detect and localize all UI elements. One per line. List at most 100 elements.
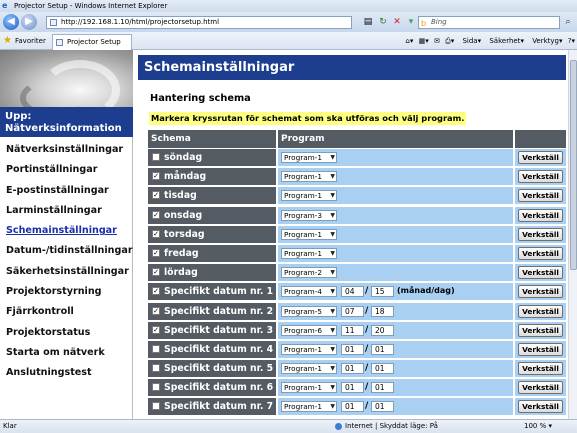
day-input[interactable]: 20 <box>371 324 394 336</box>
apply-button[interactable]: Verkställ <box>518 342 563 356</box>
program-select[interactable]: Program-1 ▼ <box>281 228 337 240</box>
day-input[interactable]: 15 <box>371 286 394 298</box>
program-select[interactable]: Program-2 ▼ <box>281 267 337 279</box>
print-icon[interactable]: ⎙▾ <box>445 37 454 45</box>
schedule-checkbox[interactable] <box>152 402 160 411</box>
program-select[interactable]: Program-1 ▼ <box>281 247 337 259</box>
search-input[interactable]: b Bing <box>418 16 560 29</box>
zoom-control[interactable]: 100 % ▾ <box>524 420 552 433</box>
schedule-checkbox[interactable]: ✓ <box>152 229 160 238</box>
feeds-icon[interactable]: ▦▾ <box>419 37 429 45</box>
program-select[interactable]: Program-4 ▼ <box>281 286 337 298</box>
sidebar-item[interactable]: Starta om nätverk <box>0 343 133 363</box>
table-row: Specifikt datum nr. 5 Program-1 ▼ 01/01 Verk… <box>148 359 566 378</box>
home-icon[interactable]: ⌂▾ <box>405 37 413 45</box>
schedule-checkbox[interactable]: ✓ <box>152 248 160 257</box>
apply-button[interactable]: Verkställ <box>518 189 563 203</box>
program-select[interactable]: Program-1 ▼ <box>281 152 337 163</box>
forward-button[interactable]: ▶ <box>21 14 37 30</box>
day-input[interactable]: 01 <box>371 363 394 375</box>
table-row: ✓ Specifikt datum nr. 2 Program-5 ▼ 07/18 Ver… <box>148 302 566 321</box>
schedule-checkbox[interactable]: ✓ <box>152 287 160 296</box>
sidebar-item[interactable]: Säkerhetsinställningar <box>0 262 133 282</box>
page-icon <box>56 39 63 46</box>
apply-button[interactable]: Verkställ <box>518 170 563 184</box>
apply-button[interactable]: Verkställ <box>518 400 563 414</box>
search-icon[interactable]: ⌕ <box>562 16 574 29</box>
schedule-name: Specifikt datum nr. 2 <box>164 305 274 317</box>
day-input[interactable]: 01 <box>371 343 394 355</box>
day-input[interactable]: 01 <box>371 382 394 394</box>
table-body: söndag Program-1 ▼ Verkställ ✓ måndag Program-… <box>148 148 566 417</box>
apply-button[interactable]: Verkställ <box>518 246 563 260</box>
sidebar-item[interactable]: Projektorstatus <box>0 323 133 343</box>
sidebar-item[interactable]: Larminställningar <box>0 201 133 221</box>
apply-button[interactable]: Verkställ <box>518 362 563 376</box>
month-input[interactable]: 01 <box>341 401 364 413</box>
program-select[interactable]: Program-1 ▼ <box>281 401 337 413</box>
mail-icon[interactable]: ✉ <box>434 37 440 45</box>
favorites-button[interactable]: ★ Favoriter <box>3 35 46 47</box>
tools-menu[interactable]: Verktyg▾ <box>529 37 562 45</box>
sidebar-item[interactable]: Schemainställningar <box>0 221 133 241</box>
sidebar-item[interactable]: Portinställningar <box>0 160 133 180</box>
back-button[interactable]: ◀ <box>3 14 19 30</box>
program-select[interactable]: Program-3 ▼ <box>281 209 337 221</box>
month-input[interactable]: 01 <box>341 382 364 394</box>
month-input[interactable]: 11 <box>341 324 364 336</box>
sidebar-item[interactable]: Projektorstyrning <box>0 282 133 302</box>
schedule-checkbox[interactable]: ✓ <box>152 306 160 315</box>
address-input[interactable]: http://192.168.1.10/html/projectorsetup.… <box>46 16 352 29</box>
schedule-checkbox[interactable] <box>152 364 160 373</box>
month-input[interactable]: 01 <box>341 363 364 375</box>
help-icon[interactable]: ?▾ <box>568 37 575 45</box>
vertical-scrollbar[interactable] <box>568 50 577 419</box>
schedule-checkbox[interactable]: ✓ <box>152 191 160 200</box>
program-select[interactable]: Program-1 ▼ <box>281 190 337 202</box>
scrollbar-thumb[interactable] <box>570 60 577 270</box>
page-menu[interactable]: Sida▾ <box>459 37 481 45</box>
sidebar-item[interactable]: Datum-/tidinställningar <box>0 241 133 261</box>
schedule-checkbox[interactable] <box>152 344 160 353</box>
address-text: http://192.168.1.10/html/projectorsetup.… <box>61 18 220 26</box>
sidebar-up-link[interactable]: Upp: Nätverksinformation <box>0 107 133 137</box>
apply-button[interactable]: Verkställ <box>518 381 563 395</box>
day-input[interactable]: 18 <box>371 305 394 317</box>
sidebar-item[interactable]: Nätverksinställningar <box>0 140 133 160</box>
program-select[interactable]: Program-1 ▼ <box>281 343 337 355</box>
schedule-checkbox[interactable] <box>152 153 160 161</box>
schedule-name-cell: ✓ tisdag <box>148 187 276 205</box>
apply-button[interactable]: Verkställ <box>518 227 563 241</box>
apply-button[interactable]: Verkställ <box>518 208 563 222</box>
month-input[interactable]: 07 <box>341 305 364 317</box>
program-select[interactable]: Program-1 ▼ <box>281 171 337 183</box>
program-select[interactable]: Program-1 ▼ <box>281 363 337 375</box>
schedule-table: Schema Program söndag Program-1 ▼ Verkställ… <box>148 130 566 417</box>
apply-button[interactable]: Verkställ <box>518 304 563 318</box>
apply-button[interactable]: Verkställ <box>518 323 563 337</box>
sidebar-item[interactable]: Fjärrkontroll <box>0 302 133 322</box>
tab-projector-setup[interactable]: Projector Setup <box>52 34 132 50</box>
program-select[interactable]: Program-1 ▼ <box>281 382 337 394</box>
schedule-checkbox[interactable]: ✓ <box>152 268 160 277</box>
compat-view-icon[interactable]: ▤ <box>362 16 374 29</box>
month-input[interactable]: 04 <box>341 286 364 298</box>
schedule-name: torsdag <box>164 228 205 240</box>
safety-menu[interactable]: Säkerhet▾ <box>486 37 524 45</box>
program-select[interactable]: Program-6 ▼ <box>281 324 337 336</box>
day-input[interactable]: 01 <box>371 401 394 413</box>
refresh-icon[interactable]: ↻ <box>377 16 389 29</box>
program-select[interactable]: Program-5 ▼ <box>281 305 337 317</box>
stop-icon[interactable]: ✕ <box>391 16 403 29</box>
sidebar-item[interactable]: Anslutningstest <box>0 363 133 383</box>
month-input[interactable]: 01 <box>341 343 364 355</box>
apply-button[interactable]: Verkställ <box>518 151 563 164</box>
sidebar-item[interactable]: E-postinställningar <box>0 181 133 201</box>
schedule-checkbox[interactable] <box>152 383 160 392</box>
apply-button[interactable]: Verkställ <box>518 266 563 280</box>
apply-button[interactable]: Verkställ <box>518 285 563 299</box>
schedule-checkbox[interactable]: ✓ <box>152 210 160 219</box>
dropdown-icon[interactable]: ▾ <box>405 16 417 29</box>
schedule-checkbox[interactable]: ✓ <box>152 325 160 334</box>
schedule-checkbox[interactable]: ✓ <box>152 172 160 181</box>
